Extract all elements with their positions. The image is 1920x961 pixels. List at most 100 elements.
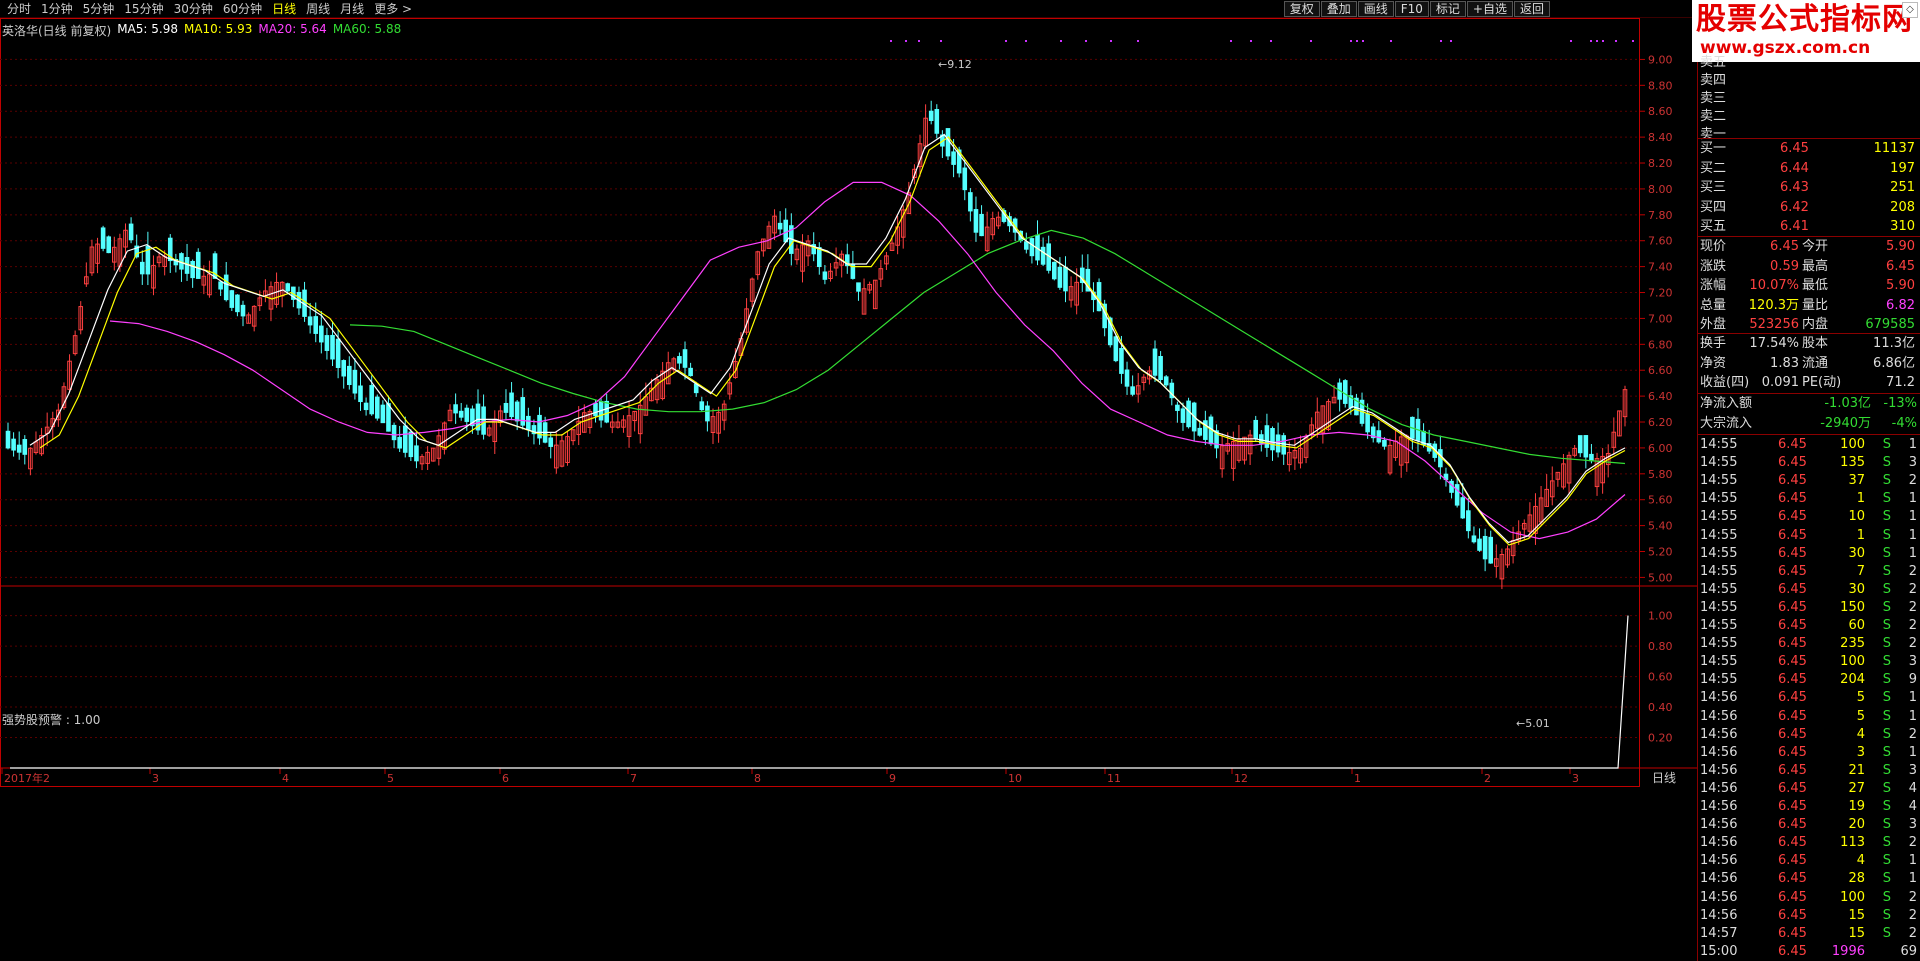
x-tick-label: 12 <box>1234 772 1248 785</box>
ask-label: 卖二 <box>1700 109 1727 124</box>
y-tick-label: 5.00 <box>1648 571 1673 584</box>
candle-body <box>816 247 822 268</box>
signal-dot <box>1060 40 1062 42</box>
candle-body <box>285 283 291 292</box>
candle-body <box>369 385 374 415</box>
candle-body <box>195 251 201 279</box>
candle-body <box>1454 484 1460 506</box>
tool-button-1[interactable]: 叠加 <box>1320 1 1357 17</box>
signal-dot <box>1570 40 1572 42</box>
tab-period-6[interactable]: 日线 <box>267 1 301 17</box>
flag-icon[interactable]: ◇ <box>1902 2 1918 18</box>
candle-body <box>106 236 112 254</box>
bid-price: 6.43 <box>1780 180 1809 195</box>
tab-period-9[interactable]: 更多 > <box>369 1 417 17</box>
chart-area[interactable]: 9.00 8.80 8.60 8.40 8.20 8.00 7.80 7.60 7.40 7.20… <box>0 18 1697 961</box>
tab-period-0[interactable]: 分时 <box>2 1 36 17</box>
quote-row: 涨幅 10.07% 最低 5.90 <box>1698 277 1920 295</box>
tick-volume: 30 <box>1848 581 1865 597</box>
chart-tools: 复权 叠加 画线 F10 标记 +自选 返回 <box>1283 1 1550 17</box>
tick-volume: 15 <box>1848 925 1865 941</box>
candle-body <box>856 282 861 292</box>
fund-value: 17.54% <box>1749 336 1799 351</box>
candle-body <box>526 415 531 430</box>
tab-period-4[interactable]: 30分钟 <box>169 1 218 17</box>
quote-label-2: 今开 <box>1802 239 1829 254</box>
tick-count: 3 <box>1908 817 1917 833</box>
candle-body <box>128 223 134 241</box>
signal-dot <box>1005 40 1007 42</box>
candle-body <box>324 335 330 351</box>
candle-body <box>1163 376 1169 386</box>
tick-side: S <box>1882 455 1891 471</box>
tick-side: S <box>1882 726 1891 742</box>
bid-price: 6.45 <box>1780 141 1809 156</box>
quote-label-2: 最低 <box>1802 278 1829 293</box>
tick-count: 4 <box>1908 780 1917 796</box>
bid-price: 6.42 <box>1780 199 1809 215</box>
tool-button-2[interactable]: 画线 <box>1357 1 1394 17</box>
x-tick-label: 5 <box>387 772 394 785</box>
candle-body <box>973 209 979 233</box>
signal-dot <box>1230 40 1232 42</box>
tick-price: 6.45 <box>1778 835 1807 851</box>
quote-label-2: 量比 <box>1802 297 1829 313</box>
tick-row: 14:56 6.45 28 S 1 <box>1698 870 1920 888</box>
candle-body <box>414 445 419 462</box>
signal-dot <box>1390 40 1392 42</box>
tick-count: 3 <box>1908 455 1917 471</box>
tool-button-5[interactable]: +自选 <box>1466 1 1513 17</box>
signal-dot <box>1250 40 1252 42</box>
kline-chart[interactable]: 9.00 8.80 8.60 8.40 8.20 8.00 7.80 7.60 7.40 7.20… <box>0 18 1697 961</box>
tick-time: 14:55 <box>1700 545 1738 561</box>
tick-row: 14:55 6.45 150 S 2 <box>1698 599 1920 617</box>
tick-volume: 21 <box>1848 762 1865 778</box>
quote-label-2: 内盘 <box>1802 317 1829 332</box>
indicator-line <box>10 615 1629 769</box>
toolbar: 分时 1分钟 5分钟 15分钟 30分钟 60分钟 日线 周线 月线 更多 > 复权 叠加 画线 F10… <box>0 0 1920 18</box>
y-tick-label: 7.80 <box>1648 209 1673 222</box>
ma5-line <box>29 133 1626 544</box>
candle-body <box>593 402 598 417</box>
candle-body <box>1281 435 1286 455</box>
candle-body <box>945 128 951 157</box>
tick-side: S <box>1882 545 1891 561</box>
bid-volume: 251 <box>1890 180 1915 195</box>
tick-count: 4 <box>1908 799 1917 814</box>
tick-time: 14:56 <box>1700 708 1738 724</box>
tick-time: 14:57 <box>1700 925 1738 941</box>
candle-body <box>548 437 554 447</box>
tool-button-4[interactable]: 标记 <box>1429 1 1466 17</box>
tab-period-3[interactable]: 15分钟 <box>119 1 168 17</box>
fund-value-2: 71.2 <box>1886 375 1915 390</box>
tab-period-5[interactable]: 60分钟 <box>218 1 267 17</box>
tick-price: 6.45 <box>1778 690 1807 706</box>
tool-button-0[interactable]: 复权 <box>1283 1 1320 17</box>
ask-row: 卖四 <box>1698 72 1920 90</box>
tool-button-6[interactable]: 返回 <box>1513 1 1550 17</box>
tab-period-1[interactable]: 1分钟 <box>36 1 78 17</box>
fund-label-2: 股本 <box>1802 336 1829 351</box>
candle-body <box>408 431 414 458</box>
tick-side: S <box>1882 780 1891 796</box>
candle-body <box>374 396 380 419</box>
tick-row: 14:55 6.45 1 S 1 <box>1698 490 1920 508</box>
tab-period-7[interactable]: 周线 <box>301 1 335 17</box>
signal-dot <box>1602 40 1604 42</box>
candle-body <box>968 192 973 212</box>
bid-label: 买三 <box>1700 180 1727 195</box>
tick-volume: 60 <box>1848 618 1865 633</box>
candle-body <box>1583 435 1589 458</box>
bid-row: 买五 6.41 310 <box>1698 218 1920 236</box>
signal-dot <box>1632 40 1634 42</box>
tick-price: 6.45 <box>1778 780 1807 796</box>
candle-body <box>688 367 693 377</box>
tab-period-8[interactable]: 月线 <box>335 1 369 17</box>
candle-body <box>330 334 335 360</box>
tool-button-3[interactable]: F10 <box>1394 1 1429 17</box>
tick-side: S <box>1882 708 1891 724</box>
chart-frame <box>0 18 1640 787</box>
tick-row: 14:56 6.45 3 S 1 <box>1698 744 1920 762</box>
tab-period-2[interactable]: 5分钟 <box>78 1 120 17</box>
tick-volume: 30 <box>1848 545 1865 561</box>
